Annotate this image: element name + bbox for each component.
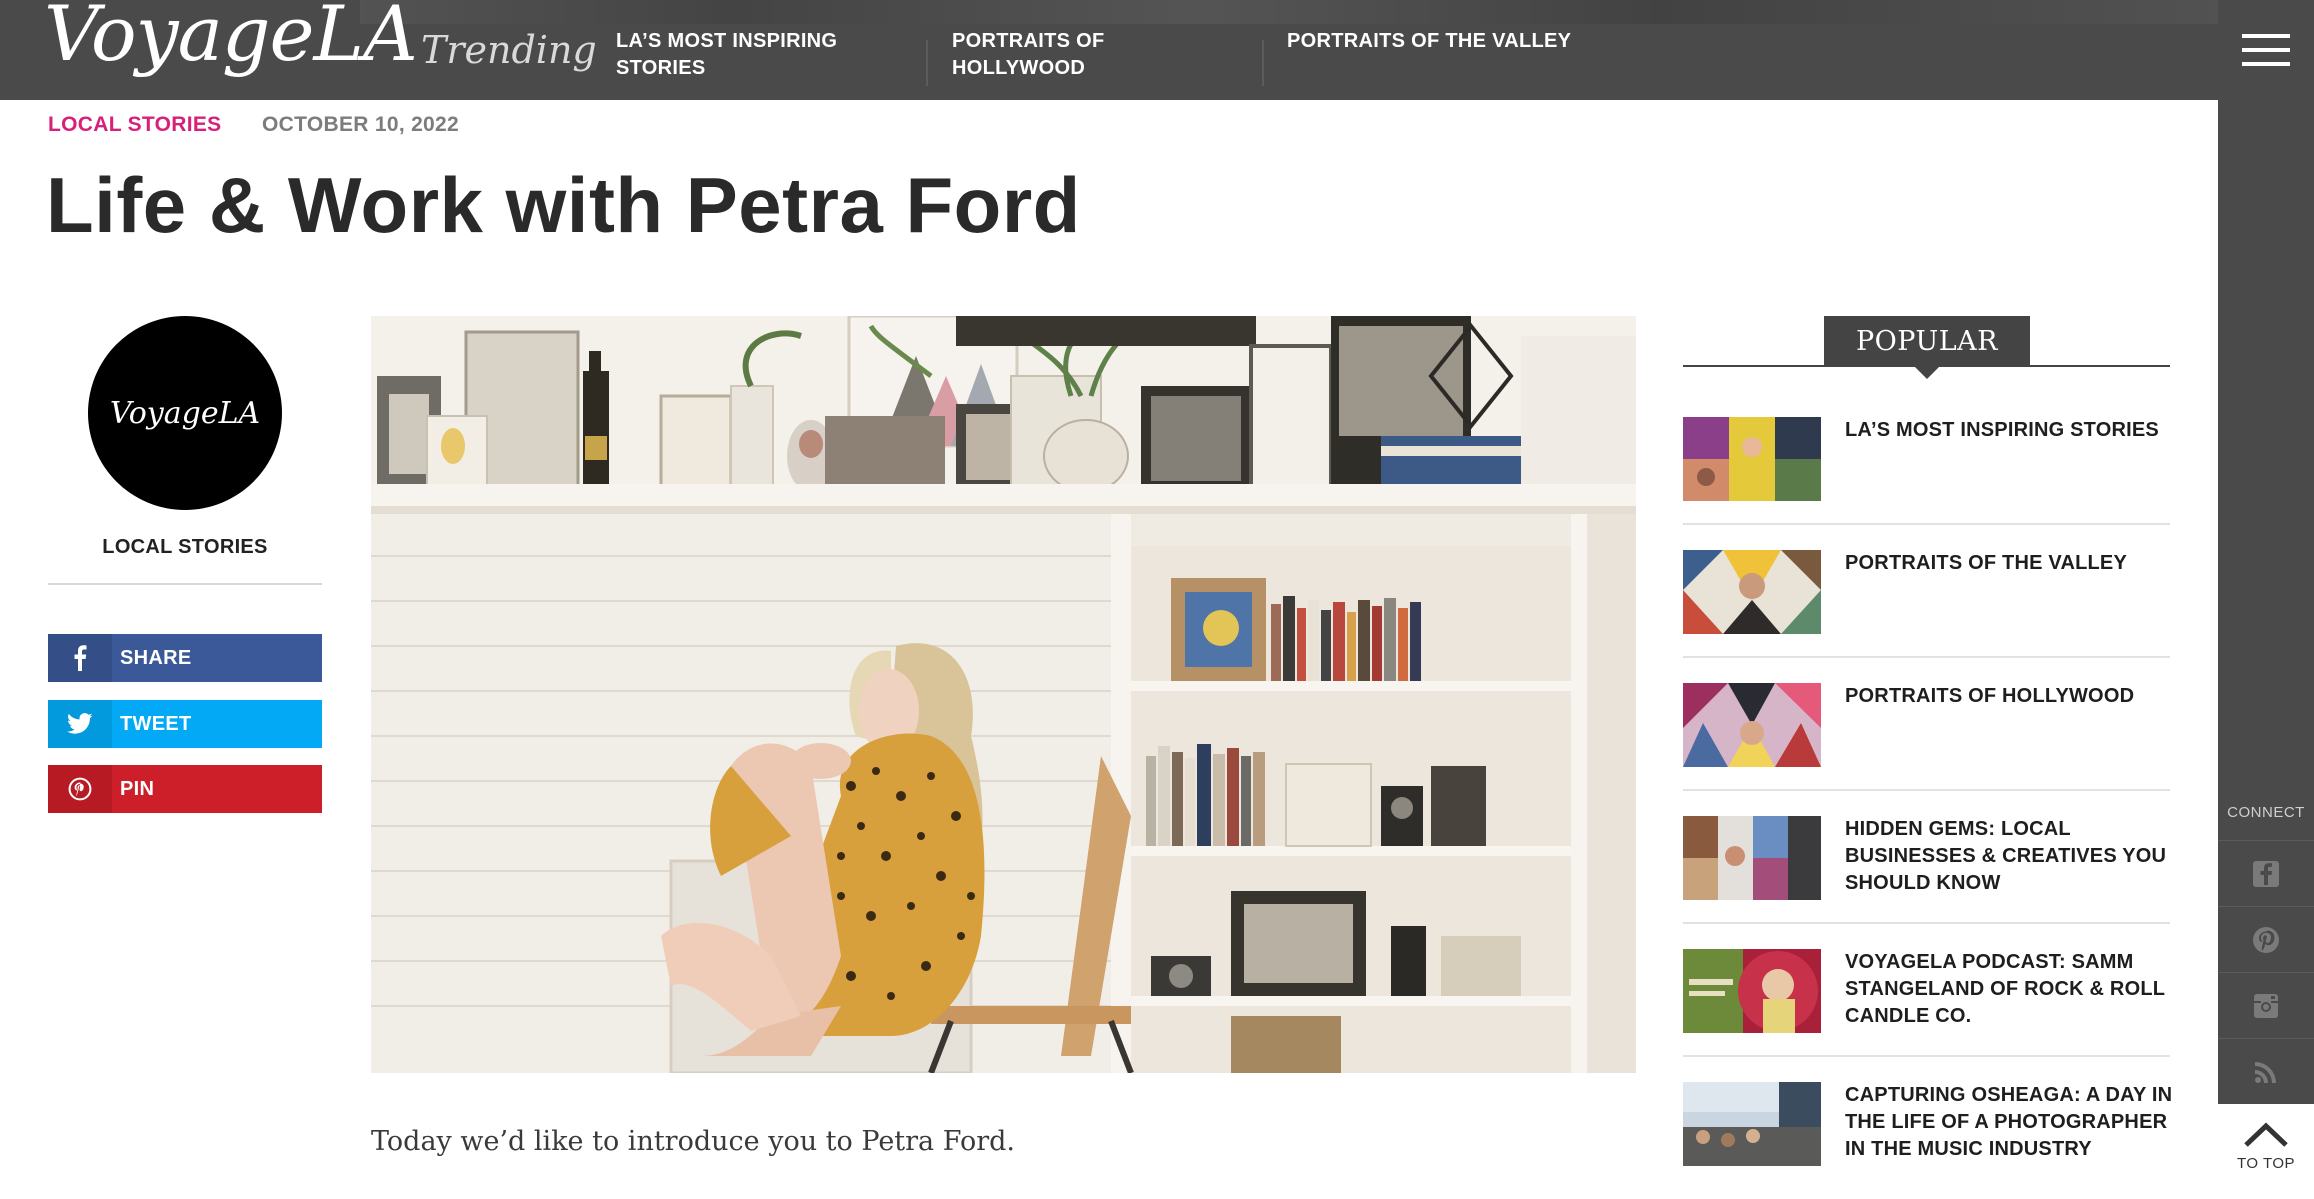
right-sidebar-rail: CONNECT <box>2218 0 2314 1104</box>
twitter-tweet-button[interactable]: TWEET <box>48 700 322 748</box>
pinterest-icon <box>48 765 112 813</box>
avatar-logo-text: VoyageLA <box>109 395 261 431</box>
popular-item[interactable]: LA’S MOST INSPIRING STORIES <box>1683 417 2170 550</box>
popular-heading: POPULAR <box>1824 316 2030 366</box>
popular-thumbnail[interactable] <box>1683 816 1821 900</box>
trending-ticker-background <box>360 0 2218 24</box>
site-logo[interactable]: VoyageLA <box>44 0 418 72</box>
popular-item-title[interactable]: PORTRAITS OF HOLLYWOOD <box>1845 683 2175 710</box>
trending-link-inspiring-stories[interactable]: LA’S MOST INSPIRING STORIES <box>616 28 916 82</box>
facebook-icon[interactable] <box>2218 840 2314 906</box>
trending-label: Trending <box>421 28 597 72</box>
trending-link-portraits-hollywood[interactable]: PORTRAITS OF HOLLYWOOD <box>952 28 1212 82</box>
popular-thumbnail[interactable] <box>1683 949 1821 1033</box>
trending-link-portraits-valley[interactable]: PORTRAITS OF THE VALLEY <box>1287 28 1747 55</box>
connect-label: CONNECT <box>2227 804 2305 821</box>
instagram-icon[interactable] <box>2218 972 2314 1038</box>
article-category-link[interactable]: LOCAL STORIES <box>48 113 221 137</box>
twitter-bird-icon <box>48 700 112 748</box>
tweet-label: TWEET <box>120 712 192 735</box>
popular-item-title[interactable]: HIDDEN GEMS: LOCAL BUSINESSES & CREATIVE… <box>1845 816 2175 897</box>
article-hero-photo <box>371 316 1636 1073</box>
divider <box>48 583 322 585</box>
popular-item[interactable]: PORTRAITS OF HOLLYWOOD <box>1683 683 2170 816</box>
popular-item-title[interactable]: VOYAGELA PODCAST: SAMM STANGELAND OF ROC… <box>1845 949 2175 1030</box>
top-navigation-bar: VoyageLA Trending LA’S MOST INSPIRING ST… <box>0 0 2218 100</box>
popular-thumbnail[interactable] <box>1683 683 1821 767</box>
popular-item-title[interactable]: CAPTURING OSHEAGA: A DAY IN THE LIFE OF … <box>1845 1082 2175 1163</box>
divider <box>1683 1055 2170 1057</box>
pinterest-icon[interactable] <box>2218 906 2314 972</box>
popular-thumbnail[interactable] <box>1683 417 1821 501</box>
divider <box>1683 656 2170 658</box>
facebook-share-button[interactable]: SHARE <box>48 634 322 682</box>
divider <box>1683 523 2170 525</box>
to-top-label: TO TOP <box>2236 1155 2296 1172</box>
rss-icon[interactable] <box>2218 1038 2314 1104</box>
share-label: SHARE <box>120 646 192 669</box>
popular-item[interactable]: CAPTURING OSHEAGA: A DAY IN THE LIFE OF … <box>1683 1082 2172 1199</box>
divider <box>1683 789 2170 791</box>
facebook-icon <box>48 634 112 682</box>
popular-thumbnail[interactable] <box>1683 550 1821 634</box>
trending-divider <box>1262 40 1264 86</box>
popular-item[interactable]: VOYAGELA PODCAST: SAMM STANGELAND OF ROC… <box>1683 949 2170 1082</box>
popular-heading-pointer <box>1914 366 1940 379</box>
hamburger-menu-icon[interactable] <box>2242 34 2290 68</box>
popular-item[interactable]: PORTRAITS OF THE VALLEY <box>1683 550 2170 683</box>
article-date: OCTOBER 10, 2022 <box>262 113 459 136</box>
popular-item[interactable]: HIDDEN GEMS: LOCAL BUSINESSES & CREATIVE… <box>1683 816 2170 949</box>
author-avatar[interactable]: VoyageLA <box>88 316 282 510</box>
popular-item-title[interactable]: LA’S MOST INSPIRING STORIES <box>1845 417 2175 444</box>
article-title: Life & Work with Petra Ford <box>46 161 1081 249</box>
trending-divider <box>926 40 928 86</box>
author-category-link[interactable]: LOCAL STORIES <box>48 536 322 559</box>
popular-thumbnail[interactable] <box>1683 1082 1821 1166</box>
chevron-up-icon <box>2244 1122 2288 1147</box>
pinterest-pin-button[interactable]: PIN <box>48 765 322 813</box>
divider <box>1683 922 2170 924</box>
popular-item-title[interactable]: PORTRAITS OF THE VALLEY <box>1845 550 2175 577</box>
to-top-button[interactable]: TO TOP <box>2218 1104 2314 1199</box>
pin-label: PIN <box>120 777 155 800</box>
article-intro-text: Today we’d like to introduce you to Petr… <box>371 1126 1016 1157</box>
